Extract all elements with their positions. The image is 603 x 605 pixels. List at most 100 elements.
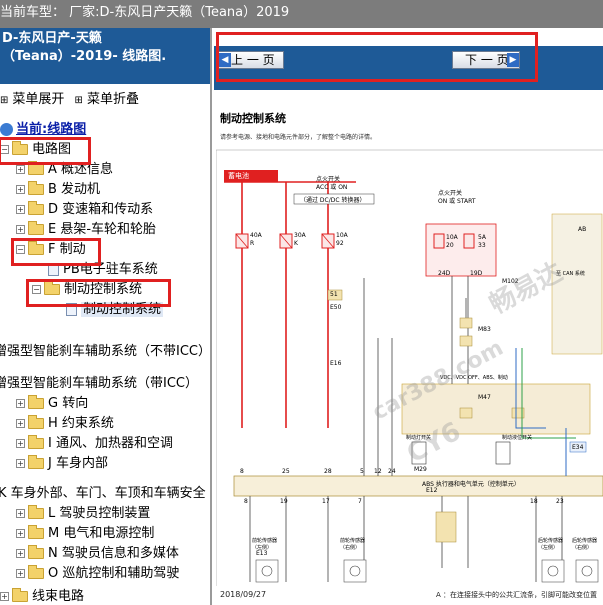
diagram-footnote: A ：在连接接头中的公共汇流条，引脚可能改变位置	[436, 591, 598, 599]
folder-icon	[28, 221, 44, 235]
fuse-2-label: 30A	[294, 232, 306, 239]
tree-item-label: H 约束系统	[48, 416, 114, 431]
tree-item-e[interactable]: + E 悬架-车轮和轮胎	[16, 220, 156, 240]
tree-item-label: I 通风、加热器和空调	[48, 436, 173, 451]
expand-toggle-icon[interactable]: +	[16, 419, 25, 428]
wiring-diagram: 制动控制系统 请参考电源、接地和电路元件部分，了解整个电路的详情。 蓄电池 点火…	[216, 98, 603, 605]
menu-collapse-button[interactable]: 菜单折叠	[87, 92, 139, 107]
sensor-icon	[255, 559, 279, 583]
abs-pin-1: 8	[240, 468, 244, 475]
sensor-icon	[541, 559, 565, 583]
highlight-box	[216, 32, 538, 82]
bottom-pin-2: 19	[280, 498, 288, 505]
fuse-1-code: R	[250, 240, 255, 247]
folder-icon	[28, 181, 44, 195]
abs-pin-3: 28	[324, 468, 332, 475]
folder-icon	[28, 161, 44, 175]
bottom-pin-5: 18	[530, 498, 538, 505]
tree-item-assist-no-icc[interactable]: 增强型智能刹车辅助系统（不带ICC）	[0, 342, 210, 362]
battery-label: 蓄电池	[228, 172, 249, 180]
tree-item-i[interactable]: + I 通风、加热器和空调	[16, 434, 173, 454]
tree-item-label: O 巡航控制和辅助驾驶	[48, 566, 180, 581]
tree-item-label: B 发动机	[48, 182, 101, 197]
tree-item-m[interactable]: + M 电气和电源控制	[16, 524, 154, 544]
tree-item-g[interactable]: + G 转向	[16, 394, 88, 414]
left-nav-pane: D-东风日产-天籁 （Teana）-2019- 线路图. ⊞ 菜单展开 ⊞ 菜单折叠…	[0, 28, 212, 605]
conn-m47-label: M47	[478, 394, 491, 401]
expand-icon: ⊞	[0, 95, 9, 106]
fuse-3-code: 92	[336, 240, 344, 247]
expand-toggle-icon[interactable]: +	[16, 529, 25, 538]
tree-item-assist-icc[interactable]: 增强型智能刹车辅助系统（带ICC）	[0, 374, 198, 394]
expand-toggle-icon[interactable]: +	[16, 225, 25, 234]
tree-item-label: L 驾驶员控制装置	[48, 506, 151, 521]
highlight-box	[26, 279, 171, 307]
abs-pin-4: 5	[360, 468, 364, 475]
conn-e16-label: E16	[330, 360, 342, 367]
conn-e34-label: E34	[572, 444, 584, 451]
stop-sw-label: 制动液位开关	[502, 435, 533, 441]
ign-acc-label-2: ACC 或 ON	[316, 184, 348, 191]
tree-item-label: M 电气和电源控制	[48, 526, 155, 541]
highlight-box	[11, 238, 101, 266]
bottom-pin-4: 7	[358, 498, 362, 505]
sensor-rr-label: 后轮传感器（右侧）	[572, 538, 598, 551]
sensor-icon	[575, 559, 599, 583]
bottom-pin-6: 23	[556, 498, 564, 505]
tree-item-label: 线束电路	[32, 589, 85, 604]
conn-e12-label: E12	[426, 487, 438, 494]
folder-icon	[12, 588, 28, 602]
bottom-pin-3: 17	[322, 498, 330, 505]
content-pane: ◀ 上 一 页 下 一 页 ▶ 制动控制系统 请参考电源、接地和电路元件部分，了解整…	[214, 28, 603, 605]
expand-toggle-icon[interactable]: +	[16, 459, 25, 468]
abs-pin-6: 24	[388, 468, 396, 475]
tree-item-l[interactable]: + L 驾驶员控制装置	[16, 504, 150, 524]
abs-pin-2: 25	[282, 468, 290, 475]
fuse-4-code: 20	[446, 242, 454, 249]
tree-item-o[interactable]: + O 巡航控制和辅助驾驶	[16, 564, 179, 584]
highlight-box	[0, 137, 91, 165]
expand-toggle-icon[interactable]: +	[16, 569, 25, 578]
folder-icon	[28, 201, 44, 215]
expand-toggle-icon[interactable]: +	[16, 549, 25, 558]
ign-start-label-2: ON 或 START	[438, 198, 476, 205]
conn-51-label: 51	[330, 291, 338, 298]
tree-item-n[interactable]: + N 驾驶员信息和多媒体	[16, 544, 179, 564]
expand-toggle-icon[interactable]: +	[16, 165, 25, 174]
fuse-5-code: 33	[478, 242, 486, 249]
tree-item-k[interactable]: K 车身外部、车门、车顶和车辆安全	[0, 484, 206, 504]
tree-item-d[interactable]: + D 变速箱和传动系	[16, 200, 153, 220]
globe-icon	[0, 123, 13, 136]
folder-icon	[28, 395, 44, 409]
abs-pin-5: 12	[374, 468, 382, 475]
expand-toggle-icon[interactable]: +	[16, 185, 25, 194]
tree-item-label: J 车身内部	[48, 456, 108, 471]
conn-e50-label: E50	[330, 304, 342, 311]
tree-item-j[interactable]: + J 车身内部	[16, 454, 108, 474]
tree-item-h[interactable]: + H 约束系统	[16, 414, 114, 434]
tree-item-label: N 驾驶员信息和多媒体	[48, 546, 179, 561]
ab-label: AB	[578, 226, 587, 233]
expand-toggle-icon[interactable]: +	[16, 509, 25, 518]
current-vehicle-bar: 当前车型： 厂家:D-东风日产天籁（Teana）2019	[0, 0, 603, 28]
wiring-schematic-svg	[216, 149, 603, 586]
conn-24d-label: 24D	[438, 270, 451, 277]
expand-toggle-icon[interactable]: +	[16, 439, 25, 448]
tree-item-harness[interactable]: + 线束电路	[0, 587, 84, 605]
left-header: D-东风日产-天籁 （Teana）-2019- 线路图.	[0, 28, 210, 84]
fuse-block	[425, 223, 497, 277]
folder-icon	[28, 525, 44, 539]
tree-item-b[interactable]: + B 发动机	[16, 180, 100, 200]
expand-toggle-icon[interactable]: +	[0, 592, 9, 601]
folder-icon	[28, 565, 44, 579]
folder-icon	[28, 415, 44, 429]
expand-toggle-icon[interactable]: +	[16, 399, 25, 408]
tree-item-label: D 变速箱和传动系	[48, 202, 154, 217]
conn-m83-label: M83	[478, 326, 491, 333]
tree-item-label: 增强型智能刹车辅助系统（带ICC）	[0, 376, 198, 391]
expand-toggle-icon[interactable]: +	[16, 205, 25, 214]
folder-icon	[28, 455, 44, 469]
menu-expand-button[interactable]: 菜单展开	[12, 92, 64, 107]
tree-item-label: K 车身外部、车门、车顶和车辆安全	[0, 486, 206, 501]
ign-acc-label-3: （通过 DC/DC 转换器）	[300, 197, 366, 204]
